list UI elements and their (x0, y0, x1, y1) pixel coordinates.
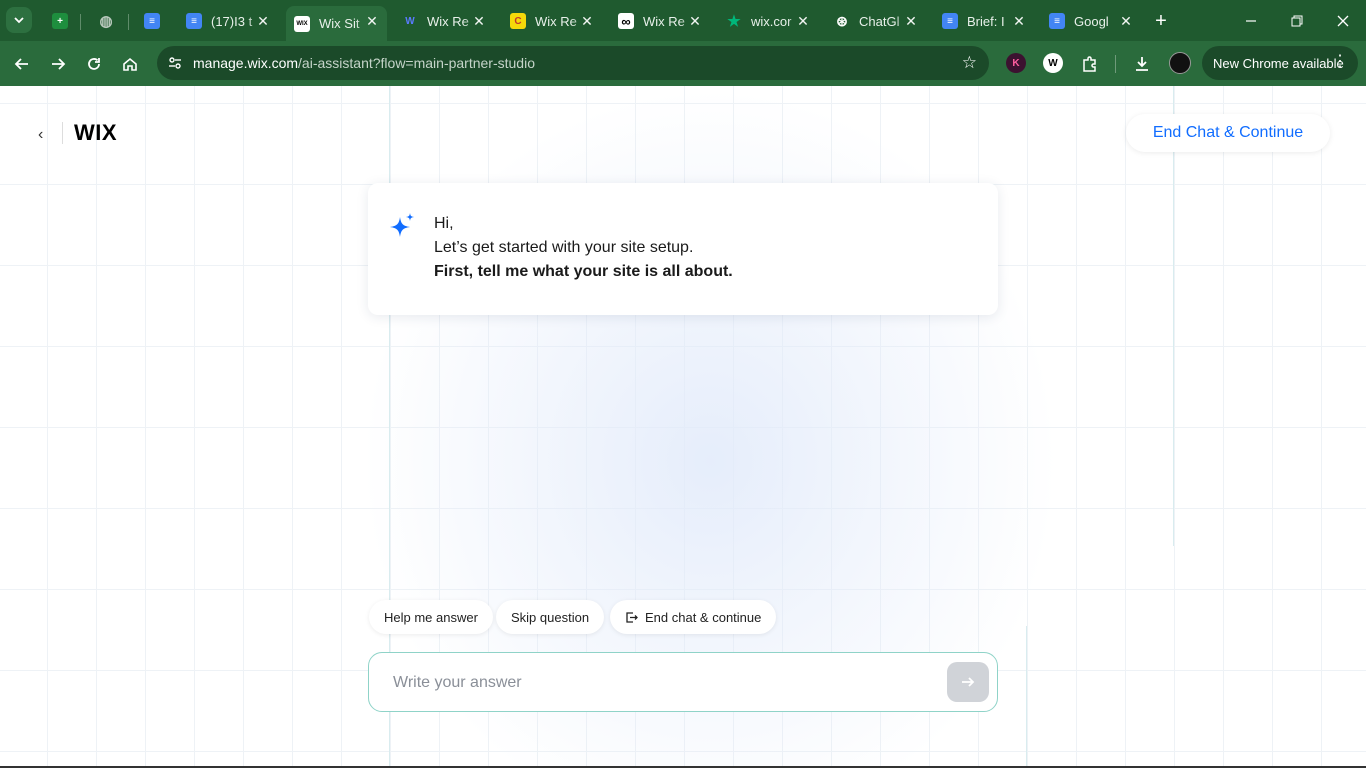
minimize-icon (1246, 20, 1256, 22)
tab-wix-re-2[interactable]: C Wix Re ✕ (510, 6, 596, 36)
chatgpt-icon: ⊛ (836, 12, 848, 29)
plus-icon: + (1155, 9, 1167, 32)
exit-icon (625, 611, 638, 624)
close-icon[interactable]: ✕ (686, 12, 704, 30)
close-icon (1337, 15, 1349, 27)
reload-button[interactable] (80, 50, 108, 78)
wix-icon: WIX (294, 15, 310, 32)
new-chrome-available-button[interactable]: New Chrome available ⋮ (1202, 46, 1358, 80)
close-icon[interactable]: ✕ (794, 12, 812, 30)
downloads-button[interactable] (1128, 50, 1156, 78)
forward-button[interactable] (44, 50, 72, 78)
extensions-button[interactable] (1076, 50, 1104, 78)
guide-line (1173, 86, 1174, 546)
end-chat-continue-button[interactable]: End Chat & Continue (1126, 114, 1330, 152)
url-host: manage.wix.com (193, 55, 299, 71)
close-icon[interactable]: ✕ (578, 12, 596, 30)
close-icon[interactable]: ✕ (254, 12, 272, 30)
chevron-down-icon (14, 17, 24, 24)
back-button[interactable] (8, 50, 36, 78)
chip-label: Skip question (511, 609, 590, 625)
tab-wix-re-3[interactable]: ∞ Wix Re ✕ (618, 6, 704, 36)
address-bar[interactable]: manage.wix.com/ai-assistant?flow=main-pa… (157, 46, 989, 80)
arrow-right-icon (52, 58, 66, 70)
chip-label: Help me answer (384, 609, 478, 625)
close-icon[interactable]: ✕ (902, 12, 920, 30)
tab-chatgpt[interactable]: ⊛ ChatGl ✕ (834, 6, 920, 36)
tab-wix-re-1[interactable]: W Wix Re ✕ (402, 6, 488, 36)
wix-w-icon: W (405, 15, 415, 27)
arrow-right-icon (962, 677, 975, 687)
infinity-icon: ∞ (618, 13, 634, 29)
c-logo-icon: C (510, 13, 526, 29)
message-greeting: Hi, (434, 215, 454, 232)
chip-label: End chat & continue (645, 609, 762, 625)
wix-ai-assistant-page: ‹ WIX End Chat & Continue Hi, Let’s get … (0, 86, 1366, 768)
tab-globe[interactable]: ◍ (98, 6, 114, 36)
assistant-message-card: Hi, Let’s get started with your site set… (368, 183, 998, 315)
site-settings-icon[interactable] (167, 55, 183, 76)
profile-avatar[interactable] (1169, 52, 1191, 74)
tab-google-docs[interactable]: ≡ Googl ✕ (1049, 6, 1135, 36)
tab-trustpilot[interactable]: ★ wix.cor ✕ (726, 6, 812, 36)
help-me-answer-button[interactable]: Help me answer (369, 600, 493, 634)
guide-line (1026, 626, 1027, 768)
arrow-left-icon (14, 58, 28, 70)
tab-docs-17[interactable]: ≡ (17)I3 t ✕ (186, 6, 272, 36)
tab-separator (128, 14, 129, 30)
browser-tab-strip: + ◍ ≡ ≡ (17)I3 t ✕ WIX Wix Sit ✕ W Wix R… (0, 0, 1366, 41)
close-icon[interactable]: ✕ (1010, 12, 1028, 30)
extension-w-label: W (1048, 57, 1058, 69)
skip-question-button[interactable]: Skip question (496, 600, 605, 634)
update-label: New Chrome available (1213, 55, 1344, 71)
more-vert-icon: ⋮ (1332, 53, 1348, 70)
answer-input[interactable] (393, 669, 933, 697)
tab-brief[interactable]: ≡ Brief: I ✕ (942, 6, 1028, 36)
close-window-button[interactable] (1330, 8, 1356, 34)
browser-toolbar: manage.wix.com/ai-assistant?flow=main-pa… (0, 41, 1366, 86)
minimize-button[interactable] (1238, 8, 1264, 34)
tab-docs[interactable]: ≡ (144, 6, 160, 36)
message-question: First, tell me what your site is all abo… (434, 263, 733, 280)
bookmark-star-icon[interactable]: ☆ (962, 53, 977, 73)
url-path: /ai-assistant?flow=main-partner-studio (298, 55, 535, 71)
tab-wix-site-active[interactable]: WIX Wix Sit ✕ (286, 6, 387, 41)
close-icon[interactable]: ✕ (470, 12, 488, 30)
restore-icon (1291, 15, 1303, 27)
wix-logo: WIX (74, 120, 118, 145)
reload-icon (88, 58, 100, 70)
answer-composer (368, 652, 998, 712)
star-icon: ★ (727, 13, 741, 30)
close-icon[interactable]: ✕ (1117, 12, 1135, 30)
home-button[interactable] (116, 50, 144, 78)
tab-search-button[interactable] (6, 7, 32, 33)
toolbar-separator (1115, 55, 1116, 73)
logo-separator (62, 122, 63, 144)
restore-button[interactable] (1284, 8, 1310, 34)
extension-k-icon[interactable]: K (1006, 53, 1026, 73)
end-chat-chip-button[interactable]: End chat & continue (610, 600, 777, 634)
globe-icon: ◍ (99, 13, 113, 30)
new-tab-button[interactable]: + (1148, 8, 1174, 34)
sheets-icon: + (52, 13, 68, 29)
back-chevron-icon[interactable]: ‹ (38, 126, 43, 144)
docs-icon: ≡ (144, 13, 160, 29)
ai-sparkle-icon (390, 213, 414, 237)
close-icon[interactable]: ✕ (363, 12, 381, 30)
tab-sheets[interactable]: + (52, 6, 68, 36)
puzzle-icon (1083, 56, 1096, 72)
tab-separator (80, 14, 81, 30)
home-icon (123, 57, 137, 71)
send-button[interactable] (947, 662, 989, 702)
extension-w-icon[interactable]: W (1043, 53, 1063, 73)
extension-k-label: K (1012, 57, 1020, 69)
docs-icon: ≡ (1049, 13, 1065, 29)
download-icon (1136, 57, 1148, 71)
docs-icon: ≡ (942, 13, 958, 29)
url-text: manage.wix.com/ai-assistant?flow=main-pa… (193, 55, 535, 71)
message-intro: Let’s get started with your site setup. (434, 239, 694, 256)
docs-icon: ≡ (186, 13, 202, 29)
